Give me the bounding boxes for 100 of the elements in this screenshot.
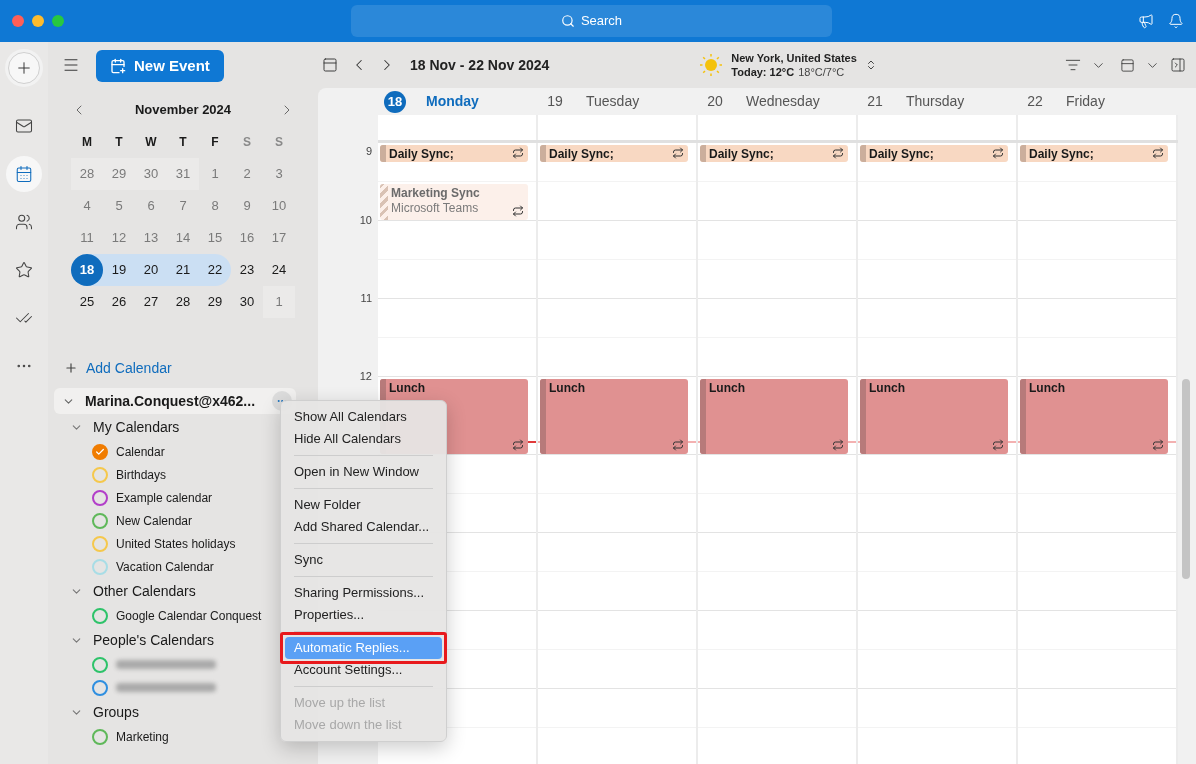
bell-icon[interactable] [1168,13,1184,29]
weekday-label: T [178,134,188,151]
day-number: 20 [706,92,724,111]
hour-label: 9 [365,144,372,159]
weekday-label: F [210,134,220,151]
all-day-cell[interactable] [1018,115,1178,140]
event-card[interactable]: Daily Sync; [700,145,848,162]
zoom-window-button[interactable] [52,15,64,27]
event-title: Daily Sync; [709,146,775,162]
event-card[interactable]: Daily Sync; [860,145,1008,162]
day-number: 22 [1026,92,1044,111]
filter-icon[interactable] [1065,57,1081,73]
date-number[interactable]: 1 [211,164,219,184]
today-date[interactable]: 18 [71,254,103,286]
sun-icon [699,53,724,77]
calendar-name[interactable]: New Calendar [116,511,193,530]
weekday-label: T [114,134,124,151]
menu-item-label: New Folder [294,496,361,515]
hour-slot[interactable]: Daily Sync; [1018,143,1176,221]
view-icon[interactable] [1120,57,1135,73]
minimize-window-button[interactable] [32,15,44,27]
menu-item[interactable]: Add Shared Calendar... [285,516,442,538]
menu-item-label: Automatic Replies... [294,639,410,658]
calendar-name[interactable]: United States holidays [116,534,236,553]
all-day-cell[interactable] [378,115,538,140]
hour-label: 11 [360,291,372,306]
group-title[interactable]: People's Calendars [93,629,214,651]
calendar-icon[interactable] [6,156,42,192]
day-number: 21 [866,92,884,111]
account-row[interactable]: Marina.Conquest@x462... [54,388,296,414]
calendar-name[interactable]: Calendar [116,442,165,461]
add-calendar-link[interactable]: Add Calendar [86,357,172,379]
event-title: Lunch [709,380,746,396]
new-event-button[interactable]: New Event [96,50,224,82]
event-title: Marketing Sync [391,185,481,201]
event-card[interactable]: Daily Sync; [1020,145,1168,162]
compose-button[interactable] [8,52,40,84]
event-card[interactable]: Daily Sync; [540,145,688,162]
add-icon[interactable] [64,361,78,375]
day-name: Thursday [906,92,965,111]
event-location: Microsoft Teams [391,201,480,216]
event-card[interactable]: Marketing Sync Microsoft Teams [380,184,528,220]
event-color-bar [860,145,866,162]
date-number[interactable]: 1 [275,292,283,312]
hour-slot[interactable]: Daily Sync; Marketing Sync Microsoft Teams [378,143,536,221]
calendar-name[interactable]: Birthdays [116,465,167,484]
event-title: Lunch [549,380,586,396]
menu-item-label: Move up the list [294,694,386,713]
pane-icon[interactable] [1170,57,1186,73]
date-number[interactable]: 27 [143,292,159,312]
all-day-cell[interactable] [858,115,1018,140]
event-color-bar [1020,145,1026,162]
menu-item-label: Account Settings... [294,661,403,680]
event-color-bar [380,145,386,162]
menu-item-label: Open in New Window [294,463,419,482]
group-title[interactable]: My Calendars [93,416,180,438]
event-color-bar [540,145,546,162]
scrollbar-thumb[interactable] [1182,379,1190,579]
menu-item[interactable]: Account Settings... [285,659,442,681]
group-title[interactable]: Groups [93,701,139,723]
date-number[interactable]: 26 [111,292,127,312]
search-field[interactable]: Search [351,5,832,37]
hour-slot[interactable]: Daily Sync; [538,143,696,221]
menu-item[interactable]: Open in New Window [285,461,442,483]
menu-item[interactable]: Sharing Permissions... [285,582,442,604]
calendar-name[interactable]: Vacation Calendar [116,557,214,576]
calendar-name[interactable]: Example calendar [116,488,213,507]
event-card[interactable]: Daily Sync; [380,145,528,162]
date-number[interactable]: 11 [80,228,94,248]
hour-slot[interactable]: Daily Sync; [858,143,1016,221]
megaphone-icon[interactable] [1138,13,1154,29]
group-title[interactable]: Other Calendars [93,580,196,602]
date-number[interactable]: 24 [271,260,287,280]
date-number[interactable]: 29 [207,292,223,312]
all-day-cell[interactable] [538,115,698,140]
event-title: Daily Sync; [869,146,935,162]
date-number[interactable]: 6 [147,196,155,216]
date-number[interactable]: 25 [79,292,95,312]
calendar-name[interactable]: Marketing [116,727,169,746]
event-title: Daily Sync; [1029,146,1095,162]
date-number[interactable]: 23 [239,260,255,280]
hour-slot[interactable]: Daily Sync; [698,143,856,221]
weekday-label: W [144,134,158,151]
date-number[interactable]: 8 [211,196,219,216]
event-title: Lunch [869,380,906,396]
date-number[interactable]: 9 [243,196,251,216]
date-number[interactable]: 3 [275,164,283,184]
menu-item-label: Sharing Permissions... [294,584,425,603]
event-title: Daily Sync; [549,146,615,162]
calendar-name[interactable]: Google Calendar Conquest [116,606,262,625]
menu-item[interactable]: Properties... [285,604,442,626]
menu-item[interactable]: Sync [285,549,442,571]
menu-item[interactable]: New Folder [285,494,442,516]
tentative-stripes [380,184,388,220]
date-number[interactable]: 28 [175,292,191,312]
menu-icon[interactable] [62,56,80,74]
weather-range: 18°C/7°C [798,65,845,79]
all-day-cell[interactable] [698,115,858,140]
close-window-button[interactable] [12,15,24,27]
date-number[interactable]: 30 [239,292,255,312]
